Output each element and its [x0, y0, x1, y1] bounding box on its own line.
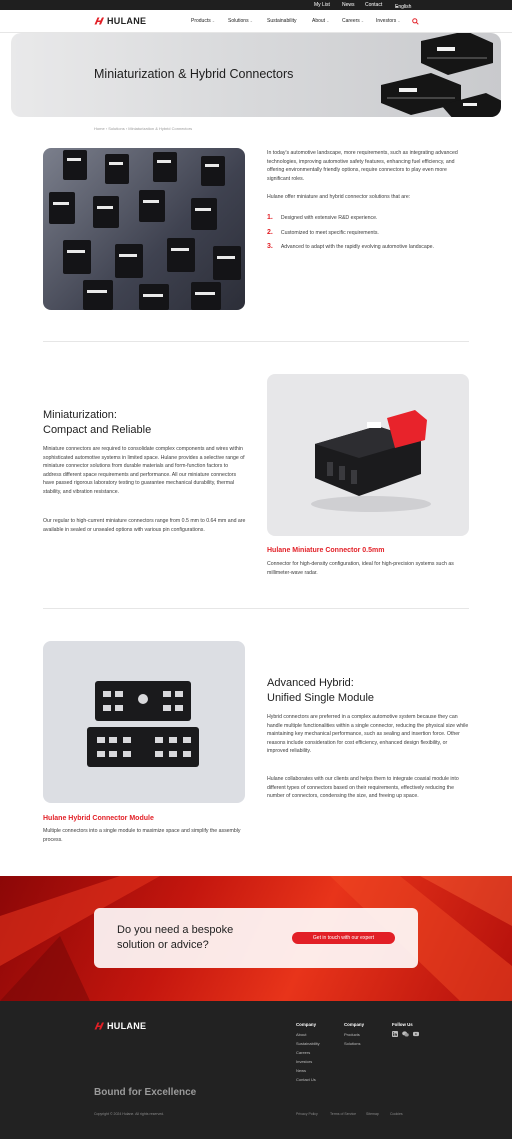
hybrid-paragraph: Hybrid connectors are preferred in a com…: [267, 714, 469, 755]
list-item: 1. Designed with extensive R&D experienc…: [267, 214, 469, 223]
miniature-connector-graphic: [311, 410, 431, 512]
miniaturization-paragraph: Miniature connectors are required to con…: [43, 446, 245, 495]
nav-careers[interactable]: Careers⌄: [342, 18, 364, 24]
heading-line: Miniaturization:: [43, 409, 117, 421]
nav-products[interactable]: Products⌄: [191, 18, 215, 24]
chevron-down-icon: ⌄: [211, 18, 216, 23]
divider: [43, 341, 469, 342]
miniature-product-desc: Connector for high-density configuration…: [267, 561, 454, 576]
main-nav: HULANE Products⌄ Solutions⌄ Sustainabili…: [0, 10, 512, 33]
sitemap-link[interactable]: Sitemap: [366, 1112, 379, 1116]
footer-link-sustainability[interactable]: Sustainability: [296, 1041, 320, 1046]
cookies-link[interactable]: Cookies: [390, 1112, 403, 1116]
hybrid-connector-graphic: [87, 681, 199, 767]
list-item: 3. Advanced to adapt with the rapidly ev…: [267, 243, 469, 252]
news-link[interactable]: News: [342, 2, 355, 8]
copyright: Copyright © 2024 Hulane. All rights rese…: [94, 1112, 165, 1116]
chevron-down-icon: ▾: [396, 4, 399, 9]
footer-link-investors[interactable]: Investors: [296, 1059, 312, 1064]
logo-mark-icon: [94, 1022, 104, 1030]
chevron-down-icon: ⌄: [249, 18, 253, 23]
footer-link-about[interactable]: About: [296, 1032, 306, 1037]
nav-solutions-label: Solutions: [228, 18, 249, 24]
hero-connectors-image: [381, 33, 501, 117]
list-number: 3.: [267, 243, 273, 251]
nav-solutions[interactable]: Solutions⌄: [228, 18, 253, 24]
miniature-connector-image: [267, 374, 469, 536]
terms-link[interactable]: Terms of Service: [330, 1112, 356, 1116]
utility-bar: My List News Contact English ▾: [0, 0, 512, 10]
footer-company2-heading: Company: [344, 1022, 365, 1027]
search-icon[interactable]: [412, 18, 419, 25]
brand-logo[interactable]: HULANE: [94, 16, 146, 26]
connector-grid-graphic: [49, 150, 241, 310]
nav-investors[interactable]: Investors⌄: [376, 18, 401, 24]
footer-link-careers[interactable]: Careers: [296, 1050, 310, 1055]
breadcrumb-home[interactable]: Home: [94, 126, 105, 131]
nav-investors-label: Investors: [376, 18, 397, 24]
footer-link-contact[interactable]: Contact Us: [296, 1077, 316, 1082]
chevron-down-icon: ⌄: [397, 18, 401, 23]
chevron-down-icon: ⌄: [326, 18, 330, 23]
privacy-link[interactable]: Privacy Policy: [296, 1112, 318, 1116]
chevron-down-icon: ⌄: [360, 18, 365, 23]
brand-name: HULANE: [107, 1021, 147, 1031]
wechat-icon[interactable]: [402, 1031, 409, 1037]
heading-line: Compact and Reliable: [43, 424, 152, 436]
logo-mark-icon: [94, 17, 104, 25]
nav-careers-label: Careers: [342, 18, 360, 24]
list-number: 2.: [267, 228, 273, 236]
cta-line: solution or advice?: [117, 939, 209, 951]
miniaturization-heading: Miniaturization: Compact and Reliable: [43, 408, 151, 438]
divider: [43, 608, 469, 609]
footer-tagline: Bound for Excellence: [94, 1087, 197, 1098]
miniaturization-paragraph-2: Our regular to high-current miniature co…: [43, 518, 246, 533]
nav-sustainability[interactable]: Sustainability: [267, 18, 296, 24]
breadcrumb: Home › Solutions › Miniaturization & Hyb…: [94, 126, 192, 131]
contact-expert-button[interactable]: Get in touch with our expert: [292, 932, 395, 944]
brand-name: HULANE: [107, 16, 147, 26]
list-text: Advanced to adapt with the rapidly evolv…: [280, 244, 434, 251]
hybrid-heading: Advanced Hybrid: Unified Single Module: [267, 676, 374, 706]
footer-logo[interactable]: HULANE: [94, 1021, 146, 1031]
cta-line: Do you need a bespoke: [117, 924, 234, 936]
hybrid-paragraph-2: Hulane collaborates with our clients and…: [267, 776, 459, 800]
intro-list: 1. Designed with extensive R&D experienc…: [267, 214, 469, 252]
intro-lead: Hulane offer miniature and hybrid connec…: [267, 194, 411, 200]
list-item: 2. Customized to meet specific requireme…: [267, 229, 469, 238]
list-text: Customized to meet specific requirements…: [280, 229, 379, 236]
heading-line: Advanced Hybrid:: [267, 677, 354, 689]
miniature-product-title[interactable]: Hulane Miniature Connector 0.5mm: [267, 547, 384, 554]
footer-company-heading: Company: [296, 1022, 317, 1027]
footer-link-news[interactable]: News: [296, 1068, 306, 1073]
nav-about-label: About: [312, 18, 326, 24]
list-text: Designed with extensive R&D experience.: [280, 215, 378, 221]
cta-heading: Do you need a bespoke solution or advice…: [117, 923, 233, 953]
intro-paragraph: In today's automotive landscape, more re…: [267, 150, 458, 182]
page-title: Miniaturization & Hybrid Connectors: [94, 67, 294, 81]
nav-products-label: Products: [191, 18, 211, 24]
hybrid-product-title[interactable]: Hulane Hybrid Connector Module: [43, 815, 154, 822]
video-icon[interactable]: [413, 1031, 419, 1037]
hybrid-connector-image: [43, 641, 245, 803]
contact-link[interactable]: Contact: [365, 2, 382, 8]
heading-line: Unified Single Module: [267, 692, 375, 704]
footer-link-solutions[interactable]: Solutions: [344, 1041, 360, 1046]
linkedin-icon[interactable]: [392, 1031, 398, 1037]
hybrid-product-desc: Multiple connectors into a single module…: [43, 828, 241, 843]
footer: HULANE Bound for Excellence Company Abou…: [0, 1001, 512, 1139]
list-number: 1.: [267, 214, 273, 221]
breadcrumb-current: Miniaturization & Hybrid Connectors: [128, 126, 193, 131]
nav-about[interactable]: About⌄: [312, 18, 329, 24]
cta-card: Do you need a bespoke solution or advice…: [94, 908, 418, 968]
social-icons: [392, 1031, 419, 1037]
my-list-link[interactable]: My List: [314, 2, 330, 8]
footer-link-products[interactable]: Products: [344, 1032, 360, 1037]
connectors-array-image: [43, 148, 245, 310]
footer-follow-heading: Follow Us: [392, 1022, 413, 1027]
breadcrumb-solutions[interactable]: Solutions: [108, 126, 124, 131]
